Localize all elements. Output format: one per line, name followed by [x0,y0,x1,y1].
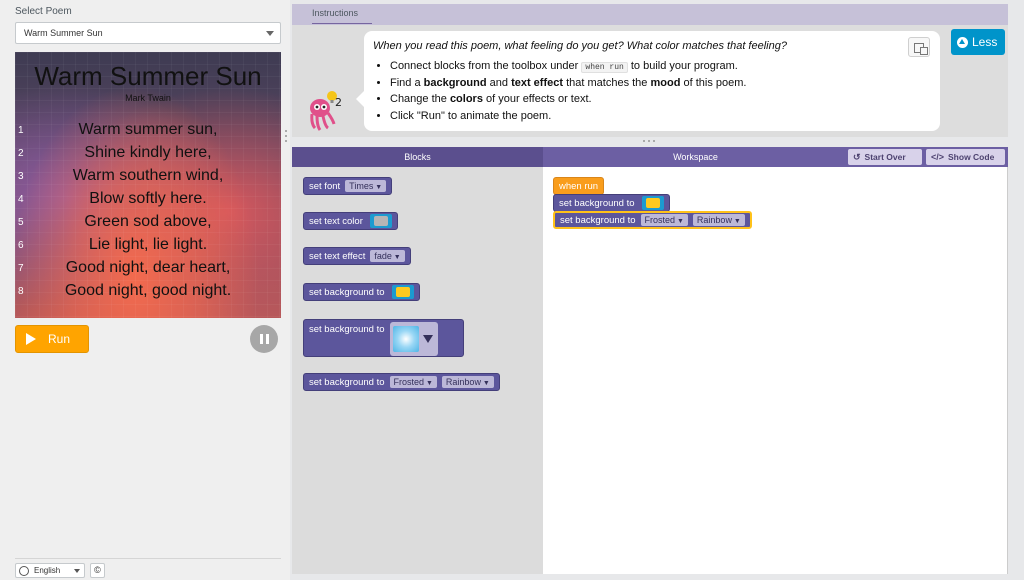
background-thumbnail [392,326,419,352]
color-picker[interactable] [641,196,664,210]
left-panel: Select Poem Warm Summer Sun Warm Summer … [0,0,290,580]
background-image-dropdown[interactable] [389,322,438,356]
language-select[interactable]: English [15,563,85,578]
text-to-speech-icon[interactable] [908,37,930,57]
undo-icon: ↺ [853,151,861,162]
set-text-color-block[interactable]: set text color [303,212,398,230]
globe-icon [19,566,29,576]
vertical-resize-handle[interactable] [285,130,288,144]
run-button[interactable]: Run [15,325,89,353]
poem-title: Warm Summer Sun [34,61,262,91]
set-background-color-block[interactable]: set background to [553,194,670,212]
poem-line: 3 Warm southern wind, [15,165,281,188]
line-text: Shine kindly here, [84,144,212,161]
poem-line: 2 Shine kindly here, [15,142,281,165]
color-picker[interactable] [369,214,392,228]
line-text: Lie light, lie light. [88,236,208,253]
instructions-header: Instructions [292,4,1008,25]
line-text: Warm southern wind, [72,167,224,184]
workspace[interactable]: when run set background to set backgroun… [543,167,1008,574]
select-poem-label: Select Poem [15,6,72,17]
set-font-block[interactable]: set font Times [303,177,393,195]
set-text-effect-block[interactable]: set text effect fade [303,247,411,265]
horizontal-resize-handle[interactable] [643,140,657,143]
footer-divider [15,558,281,559]
show-code-label: Show Code [948,152,995,162]
poem-line: 4 Blow softly here. [15,188,281,211]
list-item: Click "Run" to animate the poem. [390,108,746,125]
bot-avatar-icon: 2 [310,91,342,131]
list-item: Find a background and text effect that m… [390,75,746,92]
color-picker[interactable] [391,285,414,299]
blocks-header: Blocks [292,147,543,167]
copyright-button[interactable]: © [90,563,105,578]
less-label: Less [972,35,998,49]
tab-instructions[interactable]: Instructions [312,8,358,18]
poem-author: Mark Twain [125,93,171,103]
poem-line: 6 Lie light, lie light. [15,234,281,257]
active-tab-underline [312,23,372,24]
background-effect-dropdown[interactable]: Frosted [389,376,437,388]
line-text: Good night, dear heart, [65,259,231,276]
start-over-button[interactable]: ↺ Start Over [848,149,922,165]
instructions-list: Connect blocks from the toolbox under wh… [390,58,746,124]
list-item: Change the colors of your effects or tex… [390,91,746,108]
line-text: Good night, good night. [64,282,232,299]
pause-icon [265,334,269,344]
less-button[interactable]: Less [951,29,1005,55]
code-chip: when run [581,62,628,73]
background-effect-dropdown[interactable]: Frosted [640,214,688,226]
play-icon [26,333,36,345]
poem-line: 1 Warm summer sun, [15,119,281,142]
list-item: Connect blocks from the toolbox under wh… [390,58,746,75]
instructions-bubble: When you read this poem, what feeling do… [356,31,940,131]
chevron-down-icon [422,335,433,343]
palette-dropdown[interactable]: Rainbow [692,214,745,226]
poem-line: 7 Good night, dear heart, [15,257,281,280]
set-background-effect-block[interactable]: set background to Frosted Rainbow [303,373,500,391]
toolbox: set font Times set text color set text e… [292,167,543,574]
line-text: Warm summer sun, [78,121,218,138]
set-background-image-block[interactable]: set background to [303,319,464,357]
poem-lines: 1 Warm summer sun, 2 Shine kindly here, 3W… [15,119,281,303]
workspace-title: Workspace [673,152,718,162]
chevron-up-icon [957,36,968,48]
poem-line: 5 Green sod above, [15,211,281,234]
workspace-header: Workspace ↺ Start Over </> Show Code [543,147,1008,167]
when-run-block[interactable]: when run [553,177,605,195]
poem-stage: Warm Summer Sun Mark Twain 1 Warm summer … [15,52,281,318]
pause-icon [259,334,263,344]
start-over-label: Start Over [864,152,906,162]
chevron-down-icon [74,569,80,573]
poem-select[interactable]: Warm Summer Sun [15,22,281,44]
poem-line: 8 Good night, good night. [15,280,281,303]
show-code-button[interactable]: </> Show Code [926,149,1005,165]
font-dropdown[interactable]: Times [345,180,387,192]
run-label: Run [48,332,71,346]
chevron-down-icon [266,31,274,36]
set-background-effect-block[interactable]: set background to Frosted Rainbow [553,211,752,229]
line-text: Blow softly here. [89,190,207,207]
bot-badge: 2 [335,96,342,109]
pause-button[interactable] [250,325,278,353]
set-background-color-block[interactable]: set background to [303,283,420,301]
palette-dropdown[interactable]: Rainbow [441,376,494,388]
effect-dropdown[interactable]: fade [370,250,405,262]
line-text: Green sod above, [84,213,212,230]
code-icon: </> [931,152,945,162]
poem-select-value: Warm Summer Sun [24,28,103,38]
instructions-question: When you read this poem, what feeling do… [373,40,787,52]
language-value: English [34,566,61,575]
